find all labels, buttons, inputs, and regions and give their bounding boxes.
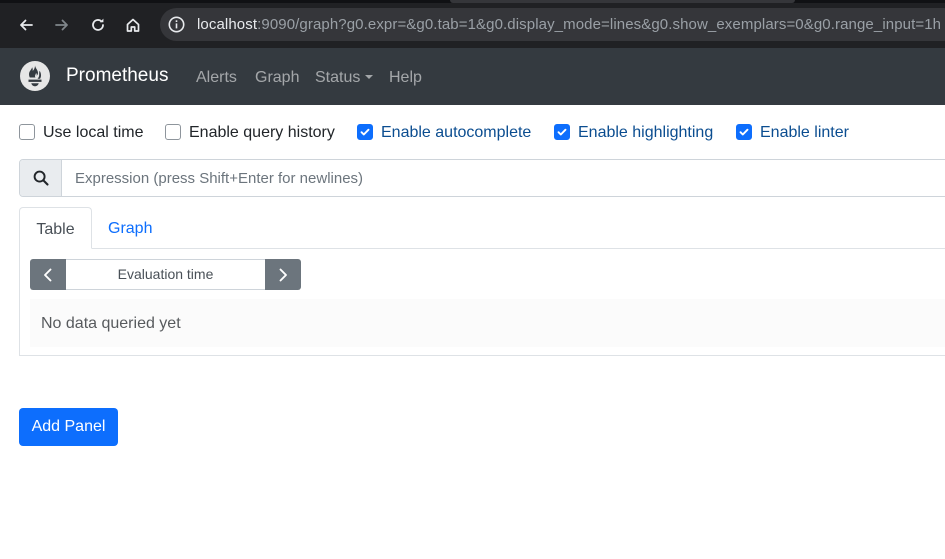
expression-input-group xyxy=(19,159,945,197)
autocomplete-checkbox[interactable] xyxy=(357,124,373,140)
eval-time-next-button[interactable] xyxy=(265,259,301,290)
url-path: :9090/graph?g0.expr=&g0.tab=1&g0.display… xyxy=(257,16,942,33)
evaluation-time-input[interactable]: Evaluation time xyxy=(66,259,265,290)
checkmark-icon xyxy=(360,128,370,136)
tab-strip xyxy=(0,0,945,3)
tab-table[interactable]: Table xyxy=(19,207,92,249)
caret-down-icon xyxy=(365,75,374,79)
prometheus-logo-icon[interactable] xyxy=(20,61,50,91)
linter-label: Enable linter xyxy=(760,123,849,141)
execute-search-button[interactable] xyxy=(20,160,62,196)
use-local-time-checkbox[interactable] xyxy=(19,124,35,140)
no-data-message: No data queried yet xyxy=(41,315,181,332)
search-icon xyxy=(33,170,49,186)
nav-link-status-label: Status xyxy=(315,69,361,86)
nav-link-graph[interactable]: Graph xyxy=(255,68,299,87)
nav-link-status[interactable]: Status xyxy=(315,68,374,87)
address-bar[interactable]: localhost:9090/graph?g0.expr=&g0.tab=1&g… xyxy=(160,8,945,41)
chevron-left-icon xyxy=(44,268,52,281)
url-host: localhost xyxy=(197,16,258,33)
active-tab-edge xyxy=(450,0,795,3)
checkmark-icon xyxy=(557,128,567,136)
option-enable-query-history[interactable]: Enable query history xyxy=(165,122,335,142)
nav-link-help[interactable]: Help xyxy=(389,68,422,87)
option-enable-autocomplete[interactable]: Enable autocomplete xyxy=(357,122,531,142)
site-info-icon[interactable] xyxy=(167,15,186,34)
chevron-right-icon xyxy=(279,268,287,281)
autocomplete-label: Enable autocomplete xyxy=(381,123,532,141)
home-icon[interactable] xyxy=(120,12,146,38)
evaluation-time-group: Evaluation time xyxy=(30,259,301,290)
use-local-time-label: Use local time xyxy=(43,123,144,141)
option-use-local-time[interactable]: Use local time xyxy=(19,122,143,142)
query-history-label: Enable query history xyxy=(189,123,335,141)
add-panel-button[interactable]: Add Panel xyxy=(19,408,118,446)
option-enable-linter[interactable]: Enable linter xyxy=(736,122,849,142)
back-arrow-icon[interactable] xyxy=(13,12,39,38)
brand-name[interactable]: Prometheus xyxy=(66,65,168,87)
nav-link-alerts[interactable]: Alerts xyxy=(196,68,237,87)
empty-results-box: No data queried yet xyxy=(30,299,945,347)
browser-toolbar: localhost:9090/graph?g0.expr=&g0.tab=1&g… xyxy=(0,0,945,48)
reload-icon[interactable] xyxy=(85,12,111,38)
tab-graph[interactable]: Graph xyxy=(108,207,152,249)
app-navbar: Prometheus Alerts Graph Status Help xyxy=(0,48,945,105)
linter-checkbox[interactable] xyxy=(736,124,752,140)
eval-time-prev-button[interactable] xyxy=(30,259,66,290)
forward-arrow-icon[interactable] xyxy=(49,12,75,38)
checkmark-icon xyxy=(739,128,749,136)
expression-input[interactable] xyxy=(75,160,935,196)
highlighting-label: Enable highlighting xyxy=(578,123,714,141)
url-text[interactable]: localhost:9090/graph?g0.expr=&g0.tab=1&g… xyxy=(197,16,941,34)
option-enable-highlighting[interactable]: Enable highlighting xyxy=(554,122,713,142)
query-history-checkbox[interactable] xyxy=(165,124,181,140)
highlighting-checkbox[interactable] xyxy=(554,124,570,140)
